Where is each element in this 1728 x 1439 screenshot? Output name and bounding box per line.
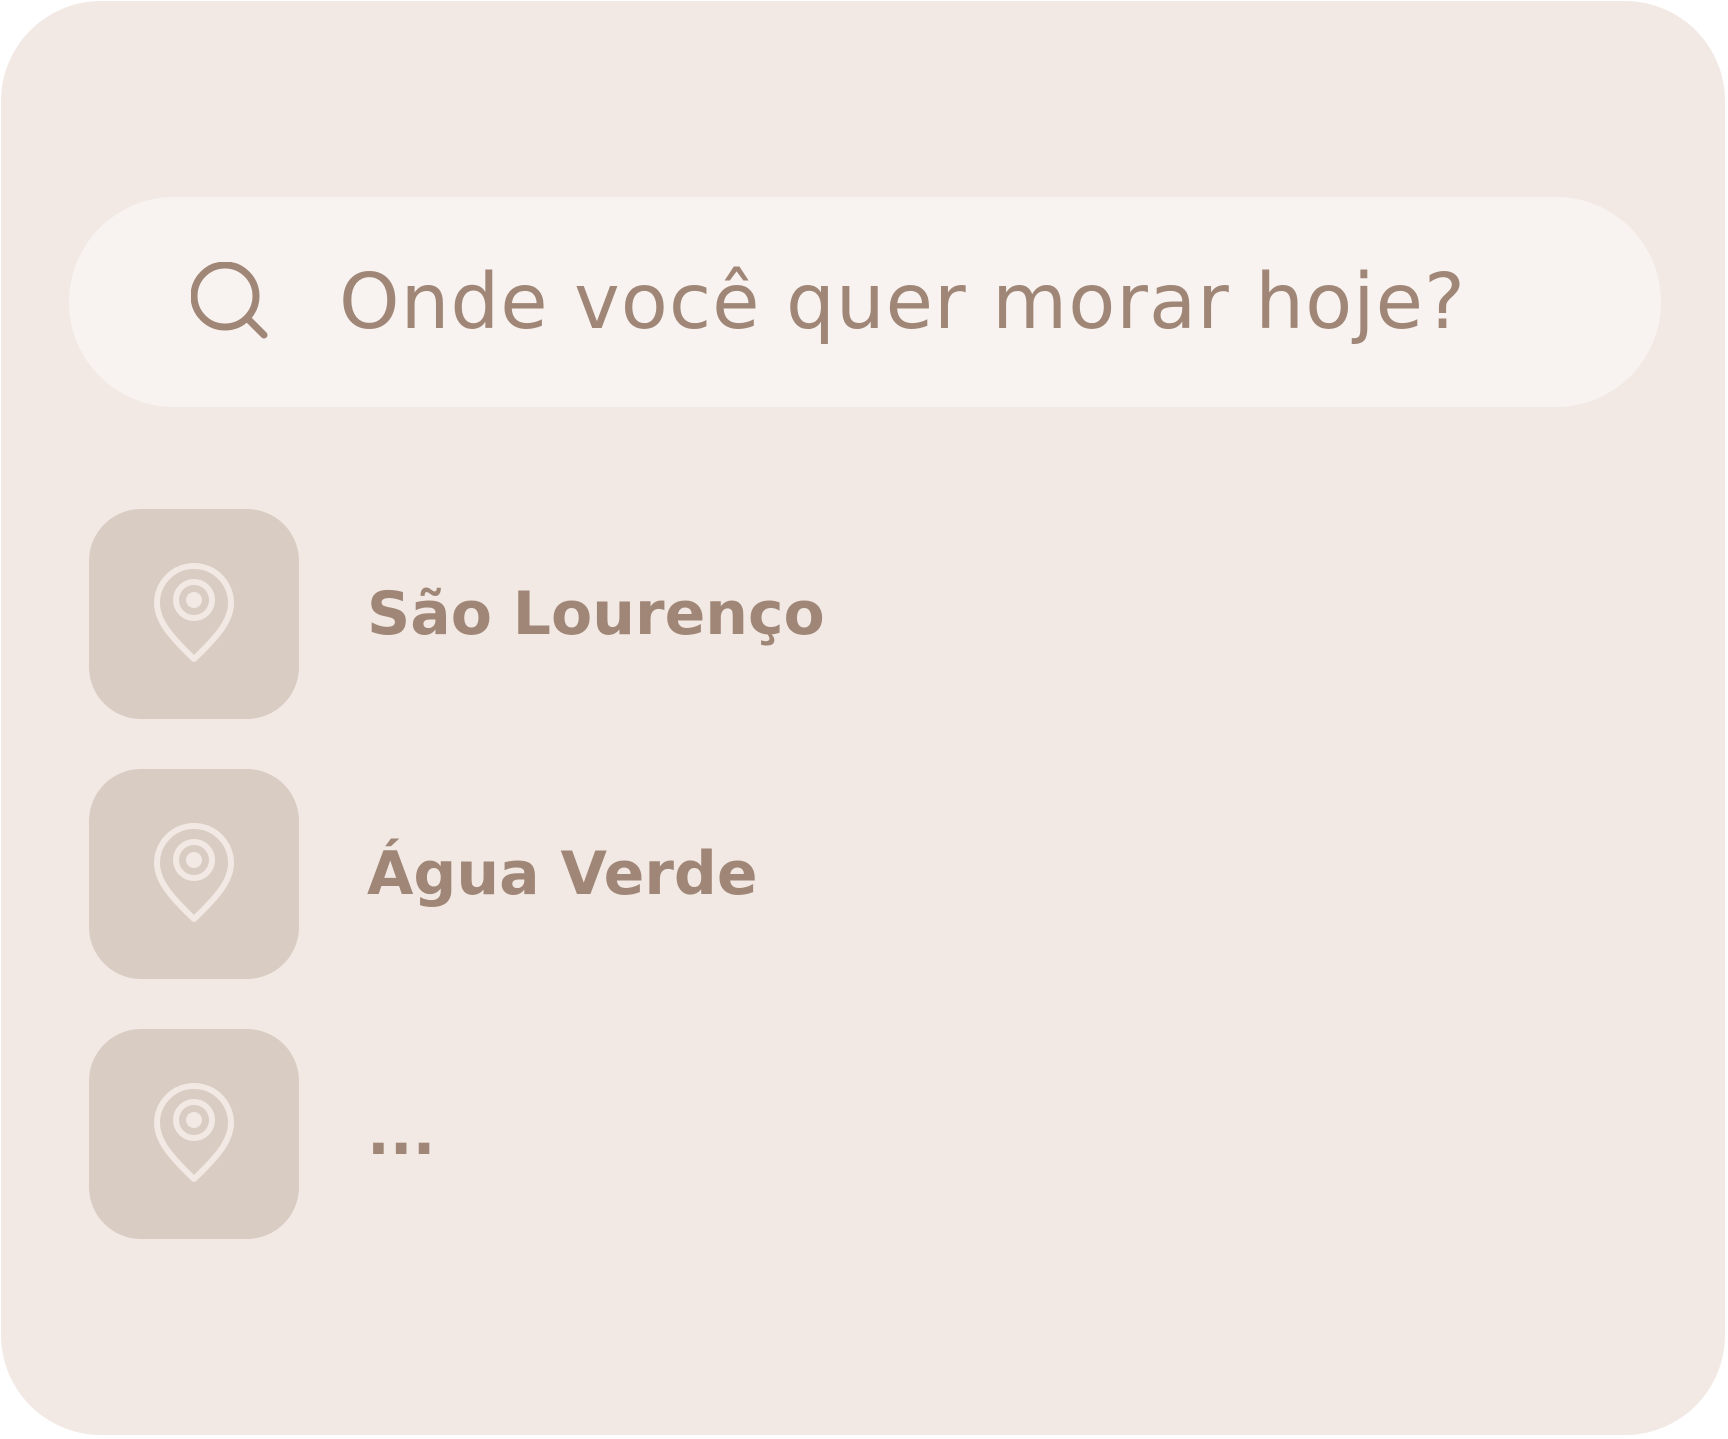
location-item-sao-lourenco[interactable]: São Lourenço xyxy=(89,509,825,719)
location-pin-icon xyxy=(149,1079,239,1189)
location-tile xyxy=(89,769,299,979)
location-item-label: São Lourenço xyxy=(367,579,825,649)
location-pin-icon xyxy=(149,819,239,929)
location-item-label: ... xyxy=(367,1099,436,1169)
location-tile xyxy=(89,509,299,719)
location-search-card: Onde você quer morar hoje? São Lourenço xyxy=(1,1,1725,1435)
search-placeholder: Onde você quer morar hoje? xyxy=(339,257,1466,347)
location-item-agua-verde[interactable]: Água Verde xyxy=(89,769,758,979)
search-bar[interactable]: Onde você quer morar hoje? xyxy=(69,197,1661,407)
location-item-more[interactable]: ... xyxy=(89,1029,435,1239)
location-tile xyxy=(89,1029,299,1239)
location-item-label: Água Verde xyxy=(367,839,758,909)
location-pin-icon xyxy=(149,559,239,669)
search-icon xyxy=(191,262,271,342)
